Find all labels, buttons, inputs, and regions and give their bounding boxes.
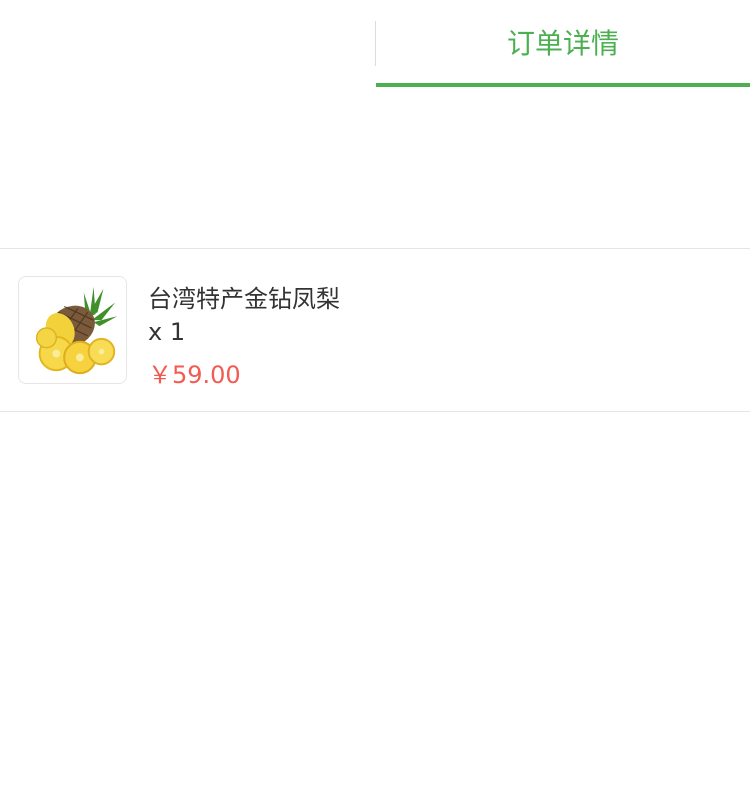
order-item[interactable]: 台湾特产金钻凤梨 x 1 ￥59.00 xyxy=(0,249,750,411)
tab-order-details-label: 订单详情 xyxy=(506,26,619,60)
product-quantity: x 1 xyxy=(148,318,186,346)
order-detail-page: 订单详情 台湾特产金钻凤梨 x 1 ￥59.00 xyxy=(0,0,750,804)
pineapple-image xyxy=(35,286,118,375)
product-thumbnail[interactable] xyxy=(18,276,127,384)
divider-bottom xyxy=(0,411,750,412)
active-tab-indicator xyxy=(376,83,750,87)
product-name: 台湾特产金钻凤梨 xyxy=(148,285,340,313)
tab-unlabeled[interactable] xyxy=(0,0,375,87)
product-price: ￥59.00 xyxy=(148,361,241,389)
tab-bar: 订单详情 xyxy=(0,0,750,87)
tab-order-details[interactable]: 订单详情 xyxy=(376,0,750,87)
